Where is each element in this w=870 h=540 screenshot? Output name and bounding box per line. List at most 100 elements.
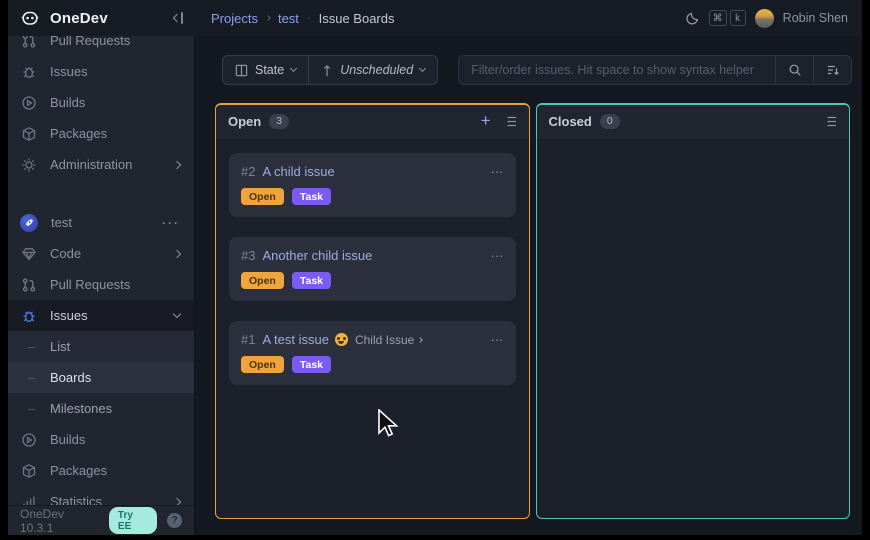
state-button-label: State <box>255 63 284 77</box>
gear-icon <box>20 156 37 173</box>
try-ee-badge[interactable]: Try EE <box>109 507 157 534</box>
bug-icon-active <box>20 307 37 324</box>
play-circle-icon <box>20 94 37 111</box>
breadcrumb-projects-link[interactable]: Projects <box>211 11 258 26</box>
subitem-dash-icon: – <box>28 401 37 416</box>
issue-title[interactable]: A child issue <box>262 164 334 179</box>
board-settings-group: State Unscheduled <box>222 55 438 85</box>
chevron-right-icon <box>417 337 423 343</box>
milestone-filter-button[interactable]: Unscheduled <box>308 56 437 84</box>
code-diamond-icon <box>20 245 37 262</box>
issue-title[interactable]: Another child issue <box>262 248 372 263</box>
column-title: Closed <box>549 114 592 129</box>
state-label-badge: Open <box>241 272 284 289</box>
child-issue-link[interactable]: Child Issue <box>355 333 422 347</box>
order-button[interactable] <box>813 56 851 84</box>
sidebar-item-label: Issues <box>50 64 88 79</box>
sidebar-footer: OneDev 10.3.1 Try EE ? <box>8 505 194 535</box>
sidebar-project-header[interactable]: test ··· <box>8 207 194 238</box>
column-title: Open <box>228 114 261 129</box>
sidebar-item-administration[interactable]: Administration <box>8 149 194 180</box>
issue-title[interactable]: A test issue <box>262 332 328 347</box>
sidebar-item-label: Builds <box>50 95 85 110</box>
sidebar-item-label: Packages <box>50 126 107 141</box>
sidebar-item-project-packages[interactable]: Packages <box>8 455 194 486</box>
breadcrumb-project-link[interactable]: test <box>278 11 299 26</box>
search-button[interactable] <box>775 56 813 84</box>
sidebar-item-label: Boards <box>50 370 91 385</box>
brand-name: OneDev <box>50 10 108 27</box>
issue-card[interactable]: #3 Another child issue ··· Open Task <box>229 237 516 301</box>
board-columns-icon <box>235 64 248 77</box>
chevron-right-icon <box>173 160 181 168</box>
sidebar-subitem-milestones[interactable]: – Milestones <box>8 393 194 424</box>
sidebar-item-project-builds[interactable]: Builds <box>8 424 194 455</box>
card-menu-ellipsis[interactable]: ··· <box>491 164 504 179</box>
open-column-body[interactable]: #2 A child issue ··· Open Task #3 <box>216 138 529 518</box>
add-issue-button[interactable]: + <box>481 112 491 129</box>
play-circle-icon <box>20 431 37 448</box>
navbar-actions: ⌘ k Robin Shen <box>685 9 862 28</box>
filter-bar <box>458 55 852 85</box>
help-icon[interactable]: ? <box>167 513 182 528</box>
sidebar-section-gap <box>8 180 194 207</box>
subitem-dash-icon: – <box>28 339 37 354</box>
sidebar-item-pull-requests[interactable]: Pull Requests <box>8 36 194 56</box>
chevron-left-icon <box>173 14 181 22</box>
breadcrumb-separator-icon <box>265 15 271 21</box>
mod-key-badge: ⌘ <box>709 10 727 26</box>
pull-request-icon <box>20 36 37 49</box>
issue-board: Open 3 + #2 A child issue ··· <box>215 103 850 519</box>
sidebar-item-builds[interactable]: Builds <box>8 87 194 118</box>
sidebar-collapse-button[interactable] <box>174 12 183 24</box>
collapse-bar-icon <box>181 12 183 24</box>
chevron-right-icon <box>173 249 181 257</box>
issue-card[interactable]: #2 A child issue ··· Open Task <box>229 153 516 217</box>
package-icon <box>20 125 37 142</box>
onedev-logo-icon <box>20 8 40 28</box>
chevron-down-icon <box>290 65 297 72</box>
sidebar-item-label: Code <box>50 246 81 261</box>
sidebar-item-project-pull-requests[interactable]: Pull Requests <box>8 269 194 300</box>
sidebar-item-label: Pull Requests <box>50 277 130 292</box>
dark-mode-moon-icon[interactable] <box>685 11 700 26</box>
k-key-badge: k <box>730 10 746 26</box>
bug-icon <box>20 63 37 80</box>
column-list-menu-button[interactable] <box>503 115 517 128</box>
issue-number: #2 <box>241 164 255 179</box>
milestone-icon <box>321 64 333 77</box>
closed-column-body[interactable] <box>537 138 850 518</box>
type-label-badge: Task <box>292 272 331 289</box>
sidebar-item-label: Administration <box>50 157 132 172</box>
card-menu-ellipsis[interactable]: ··· <box>491 248 504 263</box>
board-column-closed: Closed 0 <box>536 103 851 519</box>
package-icon <box>20 462 37 479</box>
project-avatar <box>20 214 38 232</box>
sidebar-scroll-area[interactable]: Pull Requests Issues Builds Packages Adm… <box>8 36 194 517</box>
chevron-down-icon <box>419 65 426 72</box>
user-name[interactable]: Robin Shen <box>783 11 848 25</box>
sidebar-subitem-boards[interactable]: – Boards <box>8 362 194 393</box>
sidebar-item-packages[interactable]: Packages <box>8 118 194 149</box>
state-board-button[interactable]: State <box>223 56 308 84</box>
card-menu-ellipsis[interactable]: ··· <box>491 332 504 347</box>
main-content: State Unscheduled <box>195 36 862 535</box>
sidebar-item-code[interactable]: Code <box>8 238 194 269</box>
issue-number: #1 <box>241 332 255 347</box>
sidebar: Pull Requests Issues Builds Packages Adm… <box>8 36 195 535</box>
sidebar-item-label: Packages <box>50 463 107 478</box>
column-list-menu-button[interactable] <box>823 115 837 128</box>
pull-request-icon <box>20 276 37 293</box>
user-avatar[interactable] <box>755 9 774 28</box>
board-column-open: Open 3 + #2 A child issue ··· <box>215 103 530 519</box>
issue-card[interactable]: #1 A test issue Child Issue ··· Op <box>229 321 516 385</box>
project-menu-ellipsis[interactable]: ··· <box>162 216 180 230</box>
filter-input[interactable] <box>459 56 775 84</box>
breadcrumb-dot: · <box>307 12 311 24</box>
open-column-header: Open 3 + <box>216 105 529 138</box>
sidebar-item-project-issues[interactable]: Issues <box>8 300 194 331</box>
sidebar-item-issues[interactable]: Issues <box>8 56 194 87</box>
sidebar-subitem-list[interactable]: – List <box>8 331 194 362</box>
sidebar-item-label: Milestones <box>50 401 112 416</box>
sort-order-icon <box>826 63 840 77</box>
